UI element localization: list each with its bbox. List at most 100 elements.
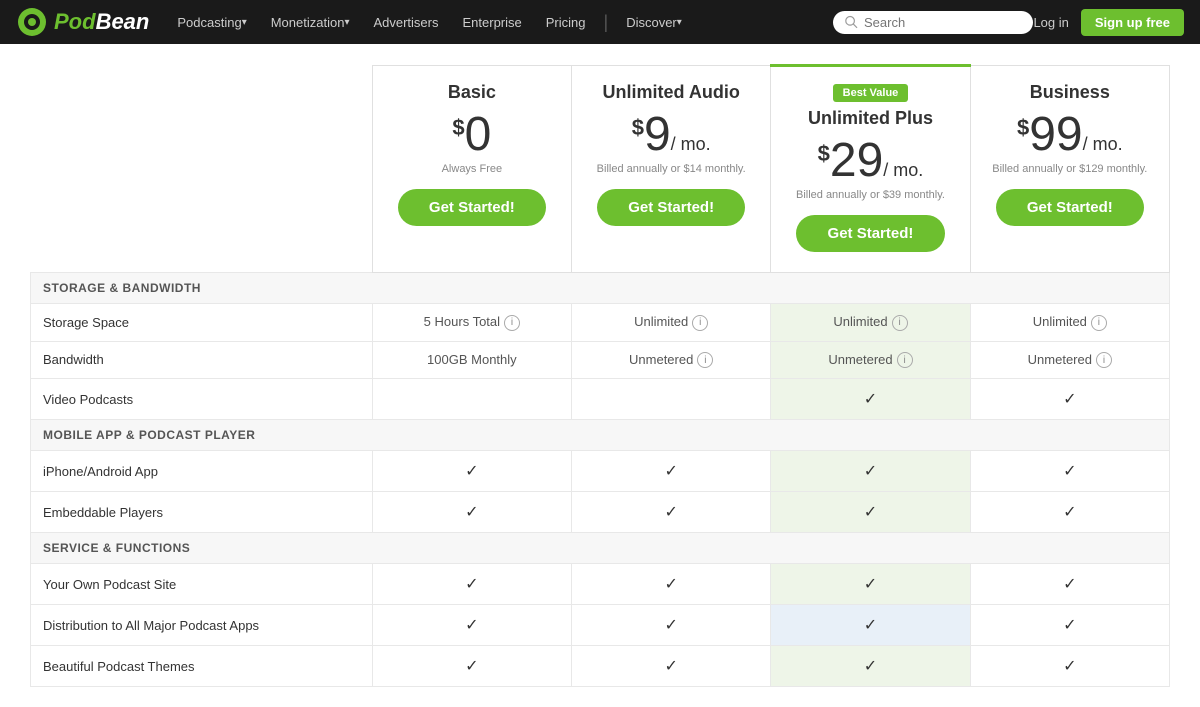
plan-business-amount: 99 (1029, 111, 1082, 159)
check-icon: ✓ (664, 576, 677, 593)
value-text-0-0-1: Unlimited (634, 314, 688, 329)
plan-basic-note: Always Free (385, 163, 559, 175)
feature-row-0-1: Bandwidth100GB MonthlyUnmeterediUnmetere… (31, 341, 1170, 379)
login-link[interactable]: Log in (1033, 15, 1068, 30)
value-cell-1-0-0: ✓ (372, 451, 571, 492)
section-label-0: STORAGE & BANDWIDTH (31, 273, 1170, 304)
value-cell-2-0-2: ✓ (771, 564, 970, 605)
value-cell-2-0-0: ✓ (372, 564, 571, 605)
check-icon: ✓ (864, 463, 877, 480)
feature-label-2-0: Your Own Podcast Site (31, 564, 373, 605)
section-label-2: SERVICE & FUNCTIONS (31, 533, 1170, 564)
feature-label-0-0: Storage Space (31, 304, 373, 342)
value-cell-0-2-3: ✓ (970, 379, 1169, 420)
nav-pricing[interactable]: Pricing (534, 0, 598, 44)
feature-row-2-2: Beautiful Podcast Themes ✓ ✓ ✓ ✓ (31, 646, 1170, 687)
info-icon[interactable]: i (897, 352, 913, 368)
value-cell-2-2-3: ✓ (970, 646, 1169, 687)
plan-basic-dollar: $ (452, 117, 464, 139)
check-icon: ✓ (465, 658, 478, 675)
plan-basic-name: Basic (385, 82, 559, 103)
value-cell-1-0-2: ✓ (771, 451, 970, 492)
pricing-table: Basic $ 0 Always Free Get Started! Unlim… (30, 64, 1170, 687)
feature-label-2-1: Distribution to All Major Podcast Apps (31, 605, 373, 646)
logo[interactable]: PodBean (16, 6, 149, 38)
nav-right: Log in Sign up free (1033, 9, 1184, 36)
feature-row-0-0: Storage Space5 Hours TotaliUnlimitediUnl… (31, 304, 1170, 342)
feature-label-1-0: iPhone/Android App (31, 451, 373, 492)
check-icon: ✓ (864, 504, 877, 521)
check-icon: ✓ (664, 617, 677, 634)
nav-advertisers[interactable]: Advertisers (361, 0, 450, 44)
plan-business-name: Business (983, 82, 1157, 103)
main-navigation: PodBean Podcasting Monetization Advertis… (0, 0, 1200, 44)
nav-monetization[interactable]: Monetization (259, 0, 362, 44)
feature-label-2-2: Beautiful Podcast Themes (31, 646, 373, 687)
plan-unlimited-plus-cta[interactable]: Get Started! (796, 215, 944, 252)
value-cell-2-1-3: ✓ (970, 605, 1169, 646)
section-header-2: SERVICE & FUNCTIONS (31, 533, 1170, 564)
value-text-0-1-1: Unmetered (629, 352, 693, 367)
value-text-0-1-2: Unmetered (828, 352, 892, 367)
plan-basic-amount: 0 (465, 111, 492, 159)
check-icon: ✓ (864, 576, 877, 593)
plan-unlimited-plus-name: Unlimited Plus (783, 108, 957, 129)
plan-unlimited-audio-price: $ 9 / mo. (584, 111, 758, 159)
value-cell-2-2-0: ✓ (372, 646, 571, 687)
value-cell-1-0-1: ✓ (572, 451, 771, 492)
value-cell-0-0-1: Unlimited i (572, 304, 771, 342)
plan-unlimited-plus-per: / mo. (883, 160, 923, 181)
nav-enterprise[interactable]: Enterprise (451, 0, 534, 44)
check-icon: ✓ (1063, 658, 1076, 675)
plan-unlimited-audio-name: Unlimited Audio (584, 82, 758, 103)
plan-basic-cta[interactable]: Get Started! (398, 189, 546, 226)
value-cell-0-0-3: Unlimited i (970, 304, 1169, 342)
search-input[interactable] (864, 15, 1021, 30)
value-cell-1-1-1: ✓ (572, 492, 771, 533)
plan-business-cta[interactable]: Get Started! (996, 189, 1144, 226)
plan-unlimited-plus-price: $ 29 / mo. (783, 137, 957, 185)
value-cell-1-1-0: ✓ (372, 492, 571, 533)
plan-basic-price: $ 0 (385, 111, 559, 159)
check-icon: ✓ (1063, 576, 1076, 593)
value-cell-1-1-2: ✓ (771, 492, 970, 533)
value-cell-0-2-1 (572, 379, 771, 420)
check-icon: ✓ (664, 658, 677, 675)
feature-label-1-1: Embeddable Players (31, 492, 373, 533)
info-icon[interactable]: i (1091, 315, 1107, 331)
info-icon[interactable]: i (697, 352, 713, 368)
signup-button[interactable]: Sign up free (1081, 9, 1184, 36)
value-cell-0-0-0: 5 Hours Total i (372, 304, 571, 342)
section-header-0: STORAGE & BANDWIDTH (31, 273, 1170, 304)
plan-header-row: Basic $ 0 Always Free Get Started! Unlim… (31, 66, 1170, 273)
check-icon: ✓ (664, 504, 677, 521)
value-text-0-0-0: 5 Hours Total (424, 314, 500, 329)
value-text-0-1-0: 100GB Monthly (427, 352, 517, 367)
info-icon[interactable]: i (892, 315, 908, 331)
info-icon[interactable]: i (1096, 352, 1112, 368)
plan-business-price: $ 99 / mo. (983, 111, 1157, 159)
pricing-container: Basic $ 0 Always Free Get Started! Unlim… (0, 44, 1200, 707)
check-icon: ✓ (1063, 617, 1076, 634)
check-icon: ✓ (664, 463, 677, 480)
logo-text: PodBean (54, 9, 149, 35)
value-cell-0-1-2: Unmetered i (771, 341, 970, 379)
value-text-0-1-3: Unmetered (1028, 352, 1092, 367)
check-icon: ✓ (1063, 504, 1076, 521)
check-icon: ✓ (1063, 463, 1076, 480)
value-cell-2-1-2: ✓ (771, 605, 970, 646)
info-icon[interactable]: i (692, 315, 708, 331)
nav-podcasting[interactable]: Podcasting (165, 0, 258, 44)
feature-row-2-1: Distribution to All Major Podcast Apps ✓ ✓… (31, 605, 1170, 646)
value-cell-2-2-1: ✓ (572, 646, 771, 687)
check-icon: ✓ (864, 658, 877, 675)
check-icon: ✓ (465, 463, 478, 480)
value-cell-2-1-1: ✓ (572, 605, 771, 646)
plan-unlimited-plus-amount: 29 (830, 137, 883, 185)
value-text-0-0-3: Unlimited (1033, 314, 1087, 329)
plan-unlimited-audio-cta[interactable]: Get Started! (597, 189, 745, 226)
plan-unlimited-audio-dollar: $ (632, 117, 644, 139)
check-icon: ✓ (465, 576, 478, 593)
info-icon[interactable]: i (504, 315, 520, 331)
nav-discover[interactable]: Discover (614, 0, 694, 44)
